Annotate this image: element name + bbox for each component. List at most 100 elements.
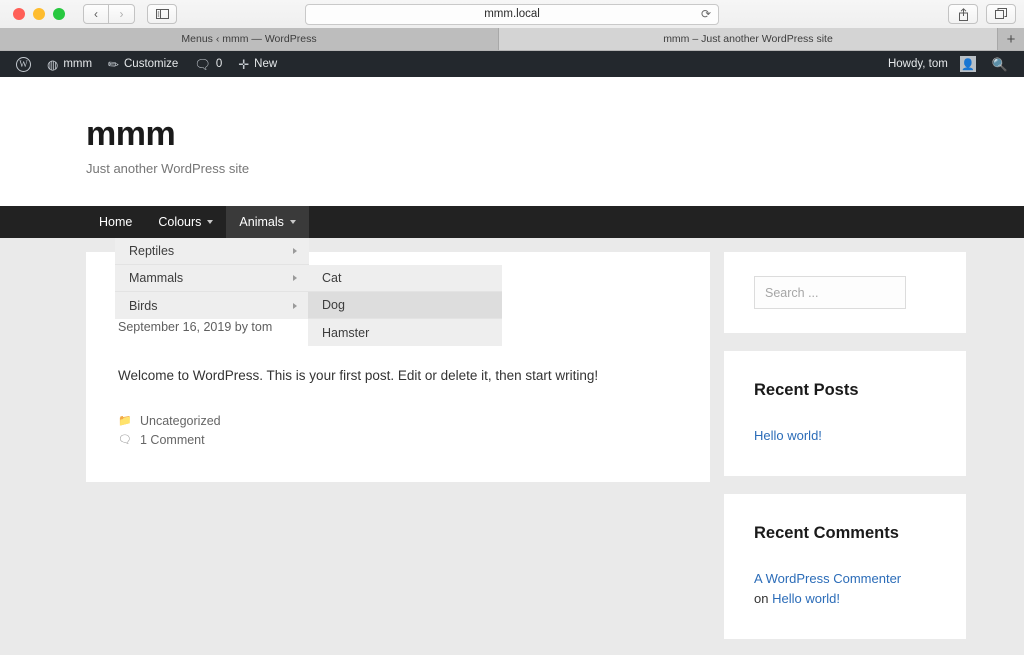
admin-bar-search[interactable]: 🔍	[984, 51, 1016, 77]
sidebar: Search ... Recent Posts Hello world! Rec…	[724, 252, 966, 639]
nav-item-home[interactable]: Home	[86, 206, 145, 238]
nav-item-home-label: Home	[99, 215, 132, 229]
nav-item-colours-label: Colours	[158, 215, 201, 229]
submenu-item-hamster[interactable]: Hamster	[308, 319, 502, 346]
submenu-item-birds-label: Birds	[129, 299, 157, 313]
widget-recent-comments: Recent Comments A WordPress Commenter on…	[724, 494, 966, 639]
submenu-mammals: Cat Dog Hamster	[308, 265, 502, 346]
forward-button[interactable]: ›	[109, 4, 135, 24]
widget-recent-posts-title: Recent Posts	[754, 381, 936, 400]
comment-bubble-icon: 🗨	[194, 58, 211, 71]
admin-bar-new-label: New	[254, 58, 277, 70]
post-comments-label: 1 Comment	[140, 433, 205, 447]
paintbrush-icon: ✎	[105, 56, 122, 73]
wordpress-logo-icon: W	[16, 57, 31, 72]
post-comments-row[interactable]: 🗨 1 Comment	[118, 433, 678, 447]
admin-bar-comments-count: 0	[216, 58, 222, 70]
avatar: 👤	[960, 56, 976, 72]
browser-tab-2[interactable]: mmm – Just another WordPress site	[499, 28, 998, 50]
submenu-animals: Reptiles Mammals Birds	[115, 238, 309, 319]
recent-comment-post-link[interactable]: Hello world!	[772, 591, 840, 606]
submenu-item-dog-label: Dog	[322, 298, 345, 312]
admin-bar-right: Howdy, tom 👤 🔍	[880, 51, 1016, 77]
toolbar-right-buttons	[948, 4, 1016, 24]
widget-recent-posts-list: Hello world!	[754, 426, 936, 446]
admin-bar-new[interactable]: ✛ New	[230, 51, 285, 77]
submenu-item-hamster-label: Hamster	[322, 326, 369, 340]
post-footer: 📁 Uncategorized 🗨 1 Comment	[118, 414, 678, 447]
new-tab-label: +	[1007, 31, 1016, 48]
sidebar-toggle-icon	[156, 9, 169, 19]
maximize-window-button[interactable]	[53, 8, 65, 20]
share-button[interactable]	[948, 4, 978, 24]
widget-recent-posts: Recent Posts Hello world!	[724, 351, 966, 476]
widget-search: Search ...	[724, 252, 966, 333]
site-title[interactable]: mmm	[86, 115, 1024, 154]
dashboard-icon: ◍	[47, 58, 58, 71]
nav-item-animals[interactable]: Animals	[226, 206, 308, 238]
chevron-down-icon	[207, 220, 213, 224]
post-category-row[interactable]: 📁 Uncategorized	[118, 414, 678, 428]
primary-navigation: Home Colours Animals	[0, 206, 1024, 238]
admin-bar-site-name-label: mmm	[63, 58, 92, 70]
admin-bar-comments[interactable]: 🗨 0	[186, 51, 230, 77]
browser-chrome: ‹ › mmm.local ⟳	[0, 0, 1024, 51]
widget-recent-comments-list: A WordPress Commenter on Hello world!	[754, 569, 936, 609]
share-icon	[958, 8, 969, 21]
search-input-placeholder: Search ...	[765, 286, 819, 300]
search-icon: 🔍	[992, 58, 1008, 71]
back-button[interactable]: ‹	[83, 4, 109, 24]
address-bar-text: mmm.local	[484, 8, 540, 20]
new-tab-button[interactable]: +	[998, 28, 1024, 50]
admin-bar-customize-label: Customize	[124, 58, 178, 70]
submenu-item-birds[interactable]: Birds	[115, 292, 309, 319]
admin-bar-howdy[interactable]: Howdy, tom 👤	[880, 51, 984, 77]
browser-tab-1[interactable]: Menus ‹ mmm — WordPress	[0, 28, 499, 50]
recent-post-link[interactable]: Hello world!	[754, 428, 822, 443]
comments-icon: 🗨	[118, 433, 131, 446]
site-description: Just another WordPress site	[86, 161, 1024, 176]
recent-comment-on-label: on	[754, 591, 768, 606]
nav-item-animals-label: Animals	[239, 215, 283, 229]
chevron-right-icon	[293, 248, 297, 254]
browser-toolbar: ‹ › mmm.local ⟳	[0, 0, 1024, 28]
close-window-button[interactable]	[13, 8, 25, 20]
minimize-window-button[interactable]	[33, 8, 45, 20]
sidebar-toggle-button[interactable]	[147, 4, 177, 24]
tab-bar: Menus ‹ mmm — WordPress mmm – Just anoth…	[0, 28, 1024, 50]
admin-bar-site-name[interactable]: ◍ mmm	[39, 51, 100, 77]
chevron-down-icon	[290, 220, 296, 224]
address-bar[interactable]: mmm.local ⟳	[305, 4, 719, 25]
wp-admin-bar: W ◍ mmm ✎ Customize 🗨 0 ✛ New Howdy, tom…	[0, 51, 1024, 77]
admin-bar-wp-logo[interactable]: W	[8, 51, 39, 77]
submenu-item-cat[interactable]: Cat	[308, 265, 502, 292]
reload-icon[interactable]: ⟳	[701, 7, 711, 21]
site-header: mmm Just another WordPress site	[0, 77, 1024, 206]
post-body: Welcome to WordPress. This is your first…	[118, 366, 678, 386]
chevron-right-icon	[293, 275, 297, 281]
plus-icon: ✛	[238, 58, 249, 71]
submenu-item-mammals-label: Mammals	[129, 271, 183, 285]
page-body: Hello world! September 16, 2019 by tom W…	[0, 238, 1024, 655]
admin-bar-customize[interactable]: ✎ Customize	[100, 51, 186, 77]
recent-comment-author-link[interactable]: A WordPress Commenter	[754, 571, 901, 586]
widget-recent-comments-title: Recent Comments	[754, 524, 936, 543]
window-controls	[13, 8, 65, 20]
primary-navigation-list: Home Colours Animals	[0, 206, 1024, 238]
browser-tab-2-label: mmm – Just another WordPress site	[663, 33, 833, 45]
search-input[interactable]: Search ...	[754, 276, 906, 309]
submenu-item-cat-label: Cat	[322, 271, 341, 285]
browser-tab-1-label: Menus ‹ mmm — WordPress	[181, 33, 316, 45]
folder-icon: 📁	[118, 414, 131, 427]
navigation-buttons: ‹ ›	[83, 4, 135, 24]
submenu-item-reptiles-label: Reptiles	[129, 244, 174, 258]
nav-item-colours[interactable]: Colours	[145, 206, 226, 238]
show-tabs-icon	[995, 8, 1007, 20]
submenu-item-dog[interactable]: Dog	[308, 292, 502, 319]
submenu-item-mammals[interactable]: Mammals	[115, 265, 309, 292]
show-tabs-button[interactable]	[986, 4, 1016, 24]
admin-bar-howdy-label: Howdy, tom	[888, 58, 948, 70]
post-category-label: Uncategorized	[140, 414, 221, 428]
chevron-right-icon	[293, 303, 297, 309]
submenu-item-reptiles[interactable]: Reptiles	[115, 238, 309, 265]
